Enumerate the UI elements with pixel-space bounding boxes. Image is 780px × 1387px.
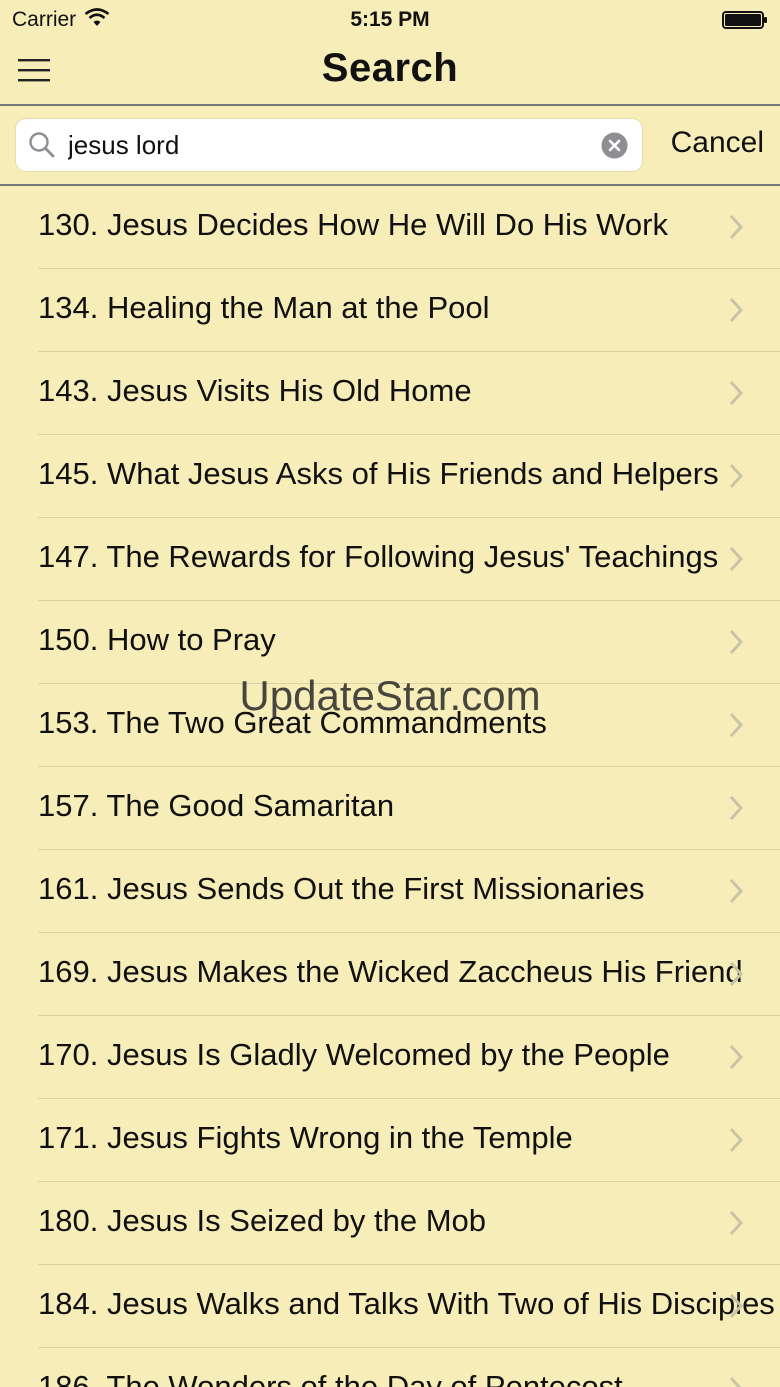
list-item-label: 143. Jesus Visits His Old Home [38, 373, 472, 408]
search-input[interactable] [68, 119, 588, 171]
list-item[interactable]: 161. Jesus Sends Out the First Missionar… [0, 850, 780, 933]
list-item-label: 130. Jesus Decides How He Will Do His Wo… [38, 207, 668, 242]
chevron-right-icon [729, 1210, 743, 1236]
chevron-right-icon [729, 463, 743, 489]
list-item-label: 153. The Two Great Commandments [38, 705, 547, 740]
search-bar: Cancel [0, 106, 780, 186]
cancel-button[interactable]: Cancel [671, 126, 764, 160]
list-item[interactable]: 186. The Wonders of the Day of Pentecost [0, 1348, 780, 1387]
chevron-right-icon [729, 961, 743, 987]
list-item-label: 147. The Rewards for Following Jesus' Te… [38, 539, 719, 574]
list-item-label: 180. Jesus Is Seized by the Mob [38, 1203, 487, 1238]
list-item-label: 171. Jesus Fights Wrong in the Temple [38, 1120, 573, 1155]
chevron-right-icon [729, 712, 743, 738]
list-item[interactable]: 134. Healing the Man at the Pool [0, 269, 780, 352]
chevron-right-icon [729, 795, 743, 821]
chevron-right-icon [729, 878, 743, 904]
list-item[interactable]: 130. Jesus Decides How He Will Do His Wo… [0, 186, 780, 269]
list-item[interactable]: 143. Jesus Visits His Old Home [0, 352, 780, 435]
chevron-right-icon [729, 1044, 743, 1070]
list-item[interactable]: 145. What Jesus Asks of His Friends and … [0, 435, 780, 518]
chevron-right-icon [729, 546, 743, 572]
chevron-right-icon [729, 297, 743, 323]
chevron-right-icon [729, 629, 743, 655]
page-title: Search [321, 46, 459, 90]
status-bar: Carrier 5:15 PM [0, 0, 780, 40]
chevron-right-icon [729, 1127, 743, 1153]
list-item-label: 170. Jesus Is Gladly Welcomed by the Peo… [38, 1037, 670, 1072]
list-item-label: 186. The Wonders of the Day of Pentecost [38, 1369, 623, 1387]
battery-icon [722, 11, 767, 29]
list-item[interactable]: 150. How to Pray [0, 601, 780, 684]
clear-search-icon[interactable] [601, 132, 628, 159]
search-field-container[interactable] [16, 119, 642, 171]
list-item[interactable]: 184. Jesus Walks and Talks With Two of H… [0, 1265, 780, 1348]
navigation-bar: Search [0, 40, 780, 106]
list-item[interactable]: 171. Jesus Fights Wrong in the Temple [0, 1099, 780, 1182]
list-item-label: 169. Jesus Makes the Wicked Zaccheus His… [38, 954, 743, 989]
list-item-label: 145. What Jesus Asks of His Friends and … [38, 456, 719, 491]
list-item-label: 134. Healing the Man at the Pool [38, 290, 490, 325]
list-item[interactable]: 180. Jesus Is Seized by the Mob [0, 1182, 780, 1265]
list-item-label: 184. Jesus Walks and Talks With Two of H… [38, 1286, 775, 1321]
list-item[interactable]: 147. The Rewards for Following Jesus' Te… [0, 518, 780, 601]
status-time: 5:15 PM [350, 8, 430, 31]
list-item-label: 161. Jesus Sends Out the First Missionar… [38, 871, 645, 906]
search-results-list: 130. Jesus Decides How He Will Do His Wo… [0, 186, 780, 1387]
list-item-label: 157. The Good Samaritan [38, 788, 395, 823]
list-item-label: 150. How to Pray [38, 622, 276, 657]
list-item[interactable]: 157. The Good Samaritan [0, 767, 780, 850]
list-item[interactable]: 170. Jesus Is Gladly Welcomed by the Peo… [0, 1016, 780, 1099]
list-item[interactable]: 153. The Two Great Commandments [0, 684, 780, 767]
chevron-right-icon [729, 380, 743, 406]
list-item[interactable]: 169. Jesus Makes the Wicked Zaccheus His… [0, 933, 780, 1016]
search-icon [29, 132, 55, 158]
chevron-right-icon [729, 1376, 742, 1387]
chevron-right-icon [729, 1293, 743, 1319]
chevron-right-icon [729, 214, 743, 240]
